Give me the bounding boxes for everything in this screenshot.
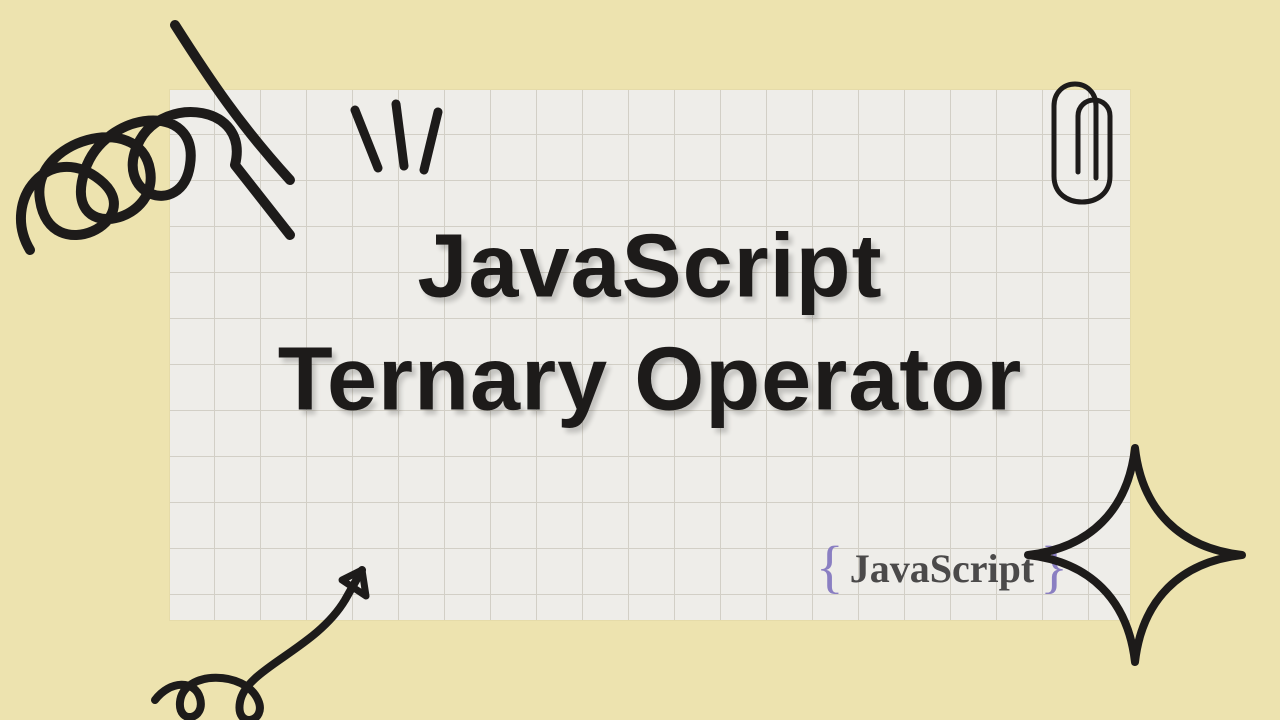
- title-line-2: Ternary Operator: [278, 323, 1023, 436]
- four-point-star-icon: [1020, 440, 1250, 670]
- paperclip-icon: [1042, 76, 1122, 206]
- scribble-doodle-icon: [0, 0, 310, 280]
- spark-lines-icon: [330, 98, 470, 208]
- page-title: JavaScript Ternary Operator: [278, 211, 1023, 436]
- curly-arrow-icon: [140, 530, 400, 720]
- badge-label: JavaScript: [850, 545, 1034, 592]
- title-line-1: JavaScript: [417, 217, 882, 317]
